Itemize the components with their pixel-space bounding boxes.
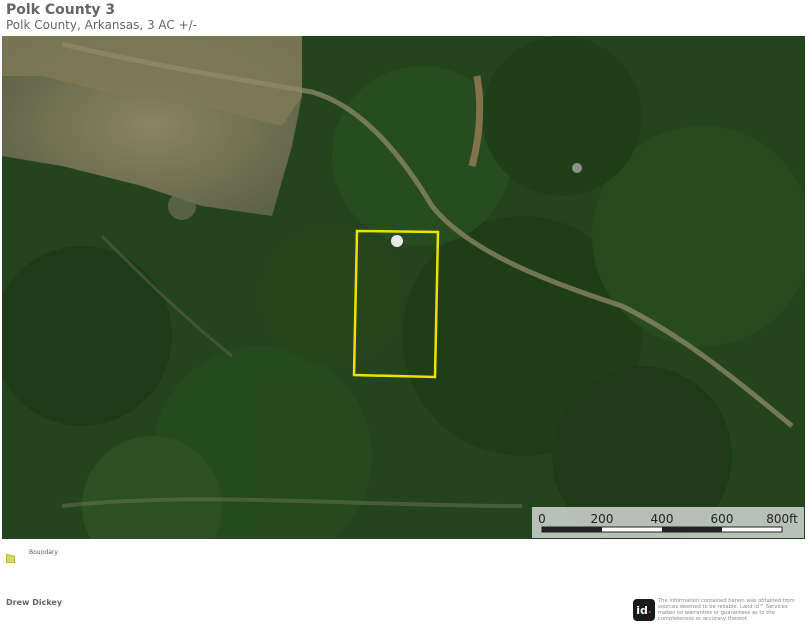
satellite-map[interactable]: 0 200 400 600 800ft bbox=[2, 36, 805, 539]
satellite-imagery bbox=[2, 36, 805, 539]
landid-logo: id. bbox=[633, 599, 655, 621]
boundary-polygon-icon bbox=[6, 548, 15, 563]
scale-bar: 0 200 400 600 800ft bbox=[532, 507, 804, 538]
scale-label-600: 600 bbox=[711, 512, 734, 526]
disclaimer-text: The information contained herein was obt… bbox=[658, 598, 795, 622]
map-title: Polk County 3 bbox=[6, 2, 116, 18]
agent-name: Drew Dickey bbox=[6, 598, 63, 607]
legend-label-boundary: Boundary bbox=[29, 549, 58, 556]
scale-label-0: 0 bbox=[538, 512, 546, 526]
logo-text: id bbox=[636, 603, 648, 617]
scale-label-200: 200 bbox=[591, 512, 614, 526]
legend: Boundary bbox=[6, 548, 58, 563]
map-subtitle: Polk County, Arkansas, 3 AC +/- bbox=[6, 18, 198, 32]
scale-label-800: 800ft bbox=[766, 512, 798, 526]
scale-label-400: 400 bbox=[651, 512, 674, 526]
